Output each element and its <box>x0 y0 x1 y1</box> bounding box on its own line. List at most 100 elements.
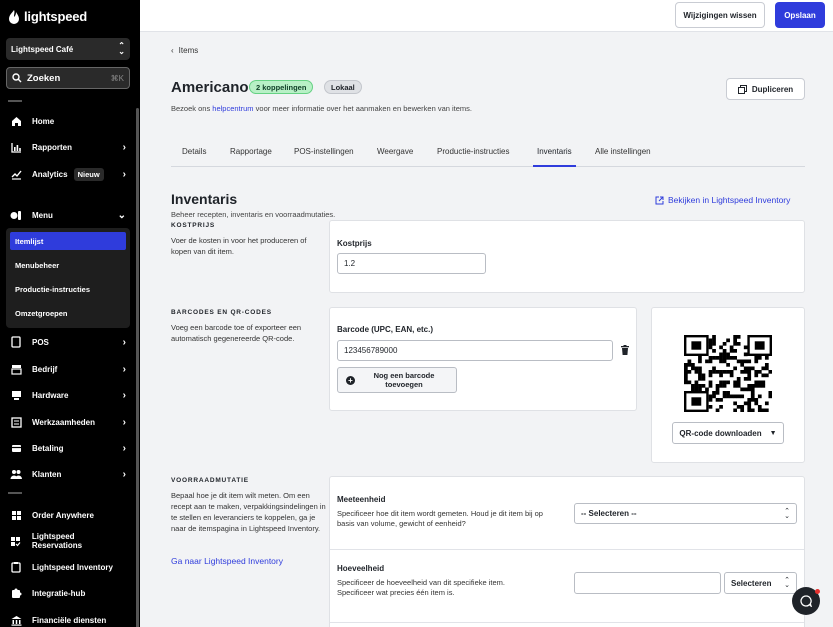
duplicate-button[interactable]: Dupliceren <box>726 78 805 100</box>
bank-icon <box>10 614 22 626</box>
chat-help-button[interactable] <box>792 587 820 615</box>
nav-pos[interactable]: POS › <box>6 332 130 352</box>
nav-label: Home <box>32 116 55 126</box>
nav-label: Werkzaamheden <box>32 417 95 427</box>
quantity-input[interactable] <box>574 572 721 594</box>
tab-bar: Details Rapportage POS-instellingen Weer… <box>171 146 805 167</box>
discard-changes-button[interactable]: Wijzigingen wissen <box>675 2 765 28</box>
chevron-right-icon: › <box>122 442 126 454</box>
nav-klanten[interactable]: Klanten › <box>6 464 130 484</box>
notification-dot <box>815 589 820 594</box>
help-suffix: voor meer informatie over het aanmaken e… <box>253 104 473 113</box>
barcode-group-desc: Voeg een barcode toe of exporteer een au… <box>171 323 302 343</box>
external-link-icon <box>655 196 664 204</box>
qr-download-button[interactable]: QR-code downloaden ▼ <box>672 422 784 444</box>
unit-label: Meeteenheid <box>337 495 386 504</box>
nav-reservations[interactable]: Lightspeed Reservations <box>6 531 130 551</box>
view-link-label: Bekijken in Lightspeed Inventory <box>668 195 791 205</box>
trash-icon[interactable] <box>621 345 629 355</box>
cost-input[interactable]: 1.2 <box>337 253 486 274</box>
brand-name: lightspeed <box>24 9 88 24</box>
trend-icon <box>10 168 22 180</box>
divider <box>8 100 22 102</box>
barcode-input[interactable]: 123456789000 <box>337 340 613 361</box>
nav-integratie-hub[interactable]: Integratie-hub <box>6 583 130 603</box>
nav-label: Lightspeed Reservations <box>31 532 83 550</box>
save-button[interactable]: Opslaan <box>775 2 825 28</box>
tab-alle-instellingen[interactable]: Alle instellingen <box>595 146 651 167</box>
grid-check-icon <box>10 535 22 547</box>
nav-label: Rapporten <box>32 142 72 152</box>
nav-financiele-diensten[interactable]: Financiële diensten <box>6 610 130 627</box>
chevron-right-icon: › <box>122 168 126 180</box>
home-icon <box>10 115 22 127</box>
sidebar: lightspeed Lightspeed Café ⌃ ⌄ Zoeken ⌘K … <box>0 0 140 627</box>
chevron-right-icon: › <box>122 336 126 348</box>
chat-icon <box>800 595 812 607</box>
quantity-select-value: Selecteren <box>731 578 772 588</box>
tab-weergave[interactable]: Weergave <box>377 146 413 167</box>
add-barcode-button[interactable]: + Nog een barcode toevoegen <box>337 367 457 393</box>
grid-icon <box>10 509 22 521</box>
inventory-link[interactable]: Ga naar Lightspeed Inventory <box>171 556 326 567</box>
tab-productie-instructies[interactable]: Productie-instructies <box>437 146 509 167</box>
local-badge: Lokaal <box>324 80 362 94</box>
nav-bedrijf[interactable]: Bedrijf › <box>6 359 130 379</box>
nav-order-anywhere[interactable]: Order Anywhere <box>6 505 130 525</box>
divider <box>330 622 804 623</box>
new-badge: Nieuw <box>73 167 104 181</box>
submenu-label: Omzetgroepen <box>15 308 68 318</box>
nav-analytics[interactable]: Analytics Nieuw › <box>6 164 130 184</box>
quantity-unit-select[interactable]: Selecteren ⌃ ⌄ <box>724 572 797 594</box>
caret-down-icon: ▼ <box>769 429 777 437</box>
copy-icon <box>737 84 747 94</box>
chevron-right-icon: › <box>122 416 126 428</box>
qr-code-image <box>684 335 772 412</box>
submenu-label: Itemlijst <box>15 236 44 246</box>
nav-hardware[interactable]: Hardware › <box>6 385 130 405</box>
nav-inventory[interactable]: Lightspeed Inventory <box>6 557 130 577</box>
lightspeed-logo[interactable]: lightspeed <box>8 9 87 24</box>
search-input[interactable]: Zoeken ⌘K <box>6 67 130 89</box>
tab-rapportage[interactable]: Rapportage <box>230 146 272 167</box>
search-icon <box>12 73 22 83</box>
submenu-itemlijst[interactable]: Itemlijst <box>10 232 126 250</box>
chevron-left-icon: ‹ <box>171 46 174 55</box>
stock-group-title: VOORRAADMUTATIE <box>171 477 249 484</box>
nav-menu[interactable]: Menu ⌄ <box>6 205 130 225</box>
flame-icon <box>9 9 19 24</box>
submenu-menubeheer[interactable]: Menubeheer <box>10 256 126 274</box>
links-badge[interactable]: 2 koppelingen <box>249 80 314 94</box>
sidebar-scrollbar[interactable] <box>136 108 139 627</box>
submenu-productie-instructies[interactable]: Productie-instructies <box>10 280 126 298</box>
view-in-inventory-link[interactable]: Bekijken in Lightspeed Inventory <box>655 195 790 205</box>
nav-werkzaamheden[interactable]: Werkzaamheden › <box>6 412 130 432</box>
nav-betaling[interactable]: Betaling › <box>6 438 130 458</box>
divider <box>330 549 804 550</box>
breadcrumb[interactable]: ‹ Items <box>171 46 198 55</box>
quantity-hint: Specificeer de hoeveelheid van dit speci… <box>337 578 506 597</box>
updown-icon: ⌃ ⌄ <box>784 577 790 589</box>
location-selector[interactable]: Lightspeed Café ⌃ ⌄ <box>6 38 130 60</box>
tab-pos-instellingen[interactable]: POS-instellingen <box>294 146 354 167</box>
tab-details[interactable]: Details <box>182 146 206 167</box>
nav-home[interactable]: Home <box>6 111 130 131</box>
qr-finder-center <box>754 341 765 350</box>
tablet-icon <box>10 336 22 348</box>
duplicate-label: Dupliceren <box>751 84 794 94</box>
nav-rapporten[interactable]: Rapporten › <box>6 137 130 157</box>
store-icon <box>10 363 22 375</box>
nav-label: Hardware <box>32 390 69 400</box>
nav-label: POS <box>32 337 49 347</box>
hardware-icon <box>10 389 22 401</box>
barcode-label: Barcode (UPC, EAN, etc.) <box>337 325 434 334</box>
help-center-link[interactable]: helpcentrum <box>212 104 253 113</box>
submenu-omzetgroepen[interactable]: Omzetgroepen <box>10 304 126 322</box>
clipboard-icon <box>10 561 22 573</box>
menu-book-icon <box>10 209 22 221</box>
section-title: Inventaris <box>171 191 238 207</box>
divider <box>8 492 22 494</box>
unit-select[interactable]: -- Selecteren -- ⌃ ⌄ <box>574 503 797 524</box>
nav-label: Order Anywhere <box>32 510 94 520</box>
tab-inventaris[interactable]: Inventaris <box>533 146 576 167</box>
